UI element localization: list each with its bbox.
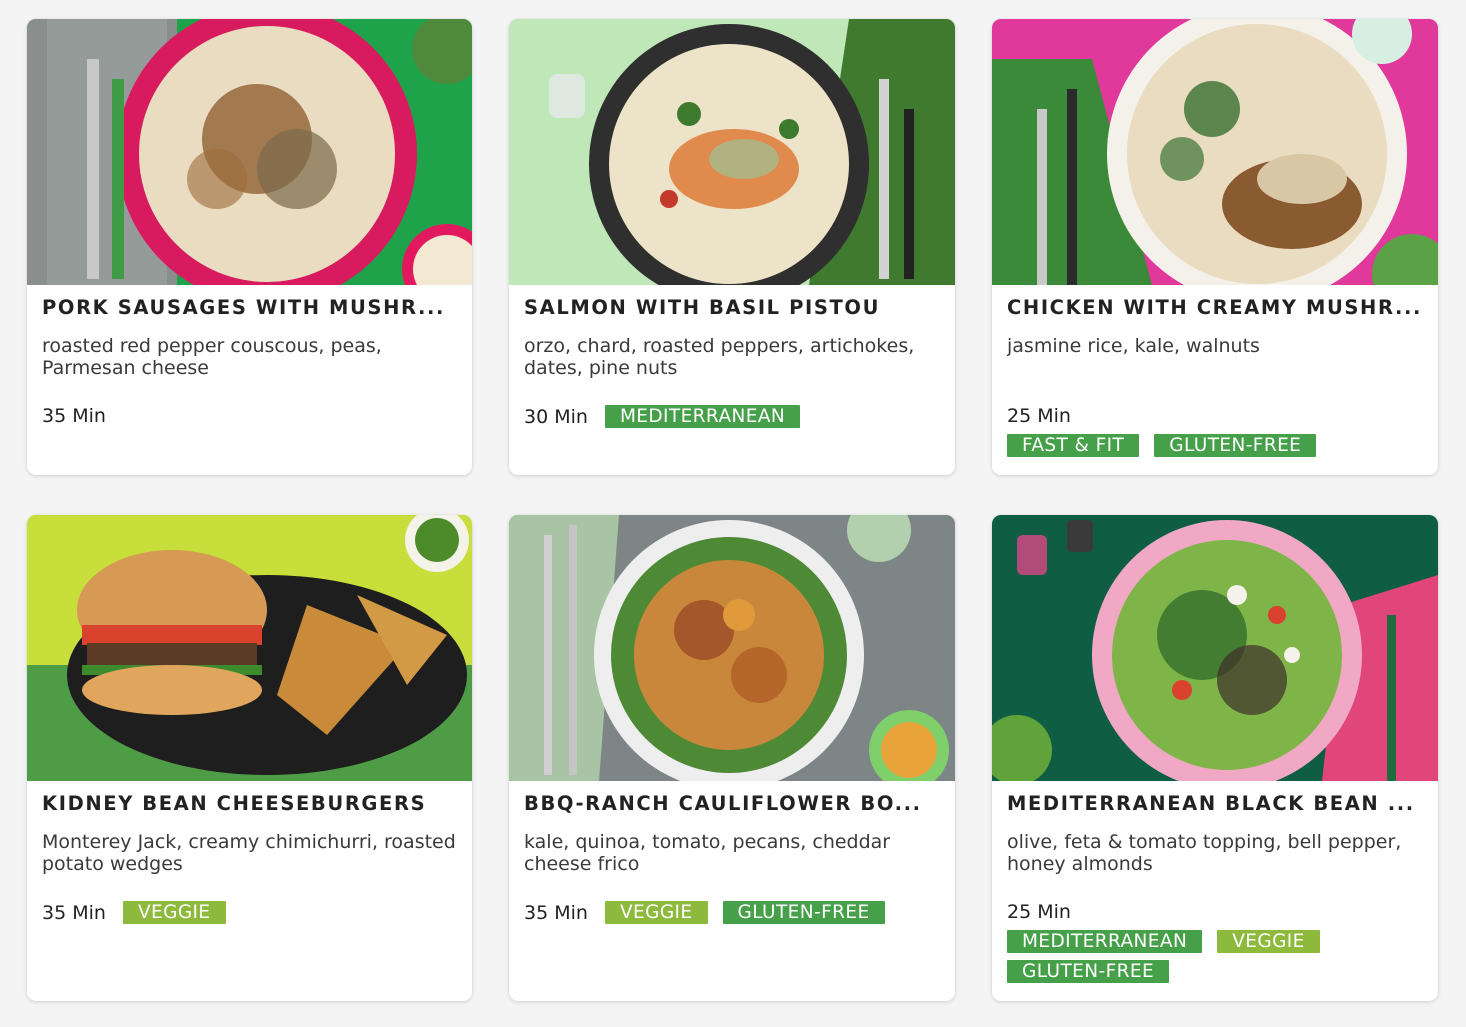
recipe-description: jasmine rice, kale, walnuts <box>1007 335 1260 357</box>
recipe-card-pork-sausages[interactable]: PORK SAUSAGES WITH MUSHR... roasted red … <box>27 19 472 475</box>
recipe-photo[interactable] <box>992 515 1438 781</box>
recipe-description: olive, feta & tomato topping, bell peppe… <box>1007 831 1402 875</box>
tag-gluten-free: GLUTEN-FREE <box>1154 434 1317 457</box>
tag-veggie: VEGGIE <box>122 901 226 924</box>
recipe-meta: 25 Min FAST & FIT GLUTEN-FREE <box>1007 405 1423 457</box>
recipe-title[interactable]: MEDITERRANEAN BLACK BEAN ... <box>1007 793 1423 815</box>
recipe-description: roasted red pepper couscous, peas, Parme… <box>42 335 382 379</box>
recipe-card-bbq-ranch-cauliflower[interactable]: BBQ-RANCH CAULIFLOWER BO... kale, quinoa… <box>509 515 955 1001</box>
tag-mediterranean: MEDITERRANEAN <box>1007 930 1203 953</box>
recipe-meta: 35 Min VEGGIE GLUTEN-FREE <box>524 901 940 924</box>
recipe-title[interactable]: SALMON WITH BASIL PISTOU <box>524 297 940 319</box>
cook-time: 30 Min <box>524 405 588 428</box>
recipe-description: kale, quinoa, tomato, pecans, cheddar ch… <box>524 831 891 875</box>
recipe-card-chicken[interactable]: CHICKEN WITH CREAMY MUSHR... jasmine ric… <box>992 19 1438 475</box>
recipe-description: orzo, chard, roasted peppers, artichokes… <box>524 335 915 379</box>
recipe-photo[interactable] <box>509 19 955 285</box>
cook-time: 35 Min <box>42 901 106 924</box>
recipe-title[interactable]: CHICKEN WITH CREAMY MUSHR... <box>1007 297 1423 319</box>
tag-veggie: VEGGIE <box>1217 930 1320 953</box>
recipe-description: Monterey Jack, creamy chimichurri, roast… <box>42 831 456 875</box>
recipe-card-mediterranean-black-bean[interactable]: MEDITERRANEAN BLACK BEAN ... olive, feta… <box>992 515 1438 1001</box>
cook-time: 25 Min <box>1007 405 1071 427</box>
recipe-meta: 25 Min MEDITERRANEAN VEGGIE GLUTEN-FREE <box>1007 901 1423 983</box>
recipe-grid: PORK SAUSAGES WITH MUSHR... roasted red … <box>27 19 1438 1001</box>
recipe-card-kidney-bean-cheeseburgers[interactable]: KIDNEY BEAN CHEESEBURGERS Monterey Jack,… <box>27 515 472 1001</box>
recipe-photo[interactable] <box>27 515 472 781</box>
tag-fast-fit: FAST & FIT <box>1007 434 1140 457</box>
recipe-meta: 35 Min VEGGIE <box>42 901 457 924</box>
recipe-title[interactable]: BBQ-RANCH CAULIFLOWER BO... <box>524 793 940 815</box>
tag-gluten-free: GLUTEN-FREE <box>1007 960 1170 983</box>
cook-time: 25 Min <box>1007 901 1071 923</box>
recipe-photo[interactable] <box>509 515 955 781</box>
recipe-card-salmon[interactable]: SALMON WITH BASIL PISTOU orzo, chard, ro… <box>509 19 955 475</box>
tag-mediterranean: MEDITERRANEAN <box>604 405 801 428</box>
cook-time: 35 Min <box>524 901 588 924</box>
recipe-title[interactable]: PORK SAUSAGES WITH MUSHR... <box>42 297 457 319</box>
recipe-meta: 35 Min <box>42 405 457 427</box>
recipe-photo[interactable] <box>27 19 472 285</box>
tag-gluten-free: GLUTEN-FREE <box>722 901 885 924</box>
cook-time: 35 Min <box>42 405 106 427</box>
recipe-meta: 30 Min MEDITERRANEAN <box>524 405 940 428</box>
recipe-photo[interactable] <box>992 19 1438 285</box>
recipe-title[interactable]: KIDNEY BEAN CHEESEBURGERS <box>42 793 457 815</box>
tag-veggie: VEGGIE <box>604 901 708 924</box>
